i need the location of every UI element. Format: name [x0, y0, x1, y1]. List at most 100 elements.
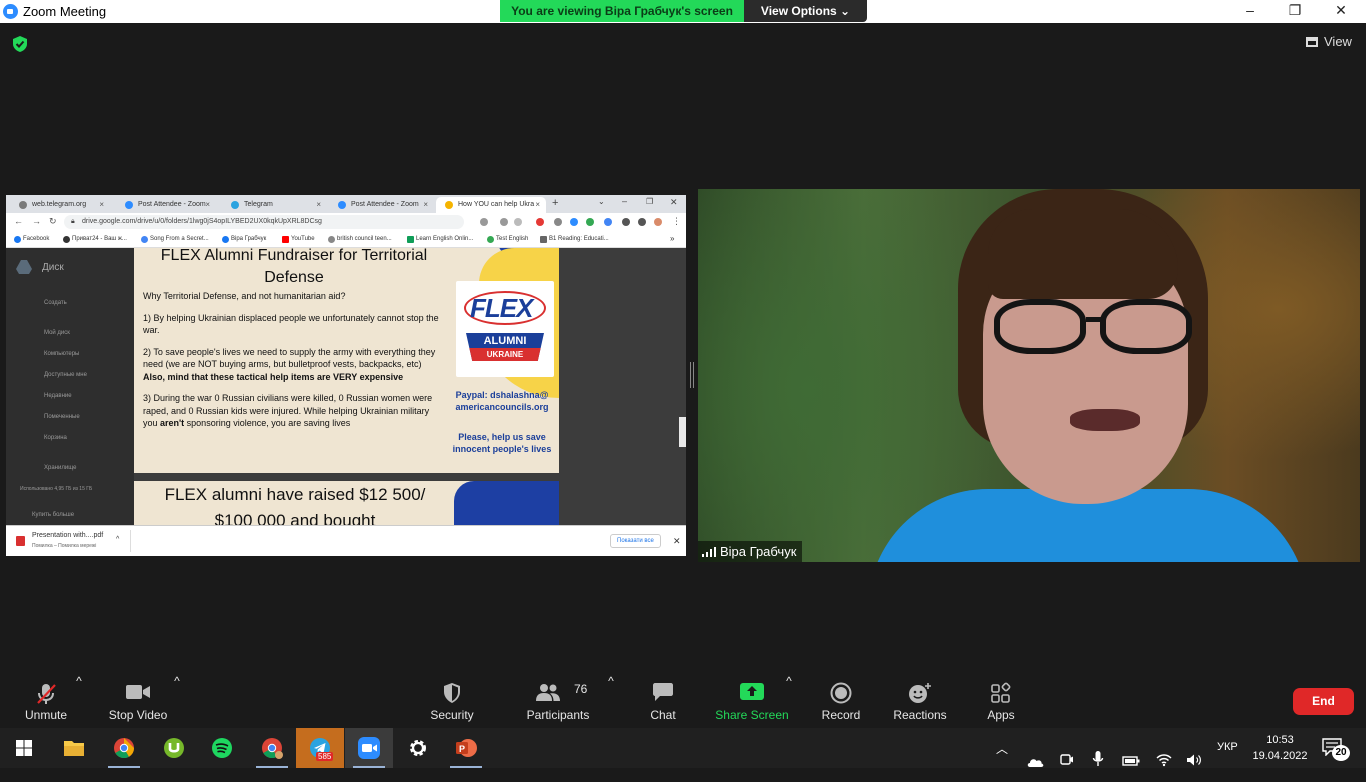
extension-icon[interactable] — [554, 218, 562, 226]
forward-arrow-icon[interactable]: → — [32, 216, 41, 226]
bookmark-item[interactable]: YouTube — [282, 236, 315, 243]
bookmark-item[interactable]: british council teen... — [328, 236, 392, 243]
close-button[interactable]: ✕ — [1318, 0, 1364, 23]
reactions-button[interactable]: Reactions — [888, 674, 952, 728]
view-layout-button[interactable]: View — [1306, 34, 1352, 49]
chat-button[interactable]: Chat — [638, 674, 688, 728]
viewer-scrollbar[interactable] — [679, 417, 686, 447]
tray-overflow-chevron-icon[interactable]: ︿ — [996, 740, 1008, 780]
taskbar-settings[interactable] — [394, 728, 442, 768]
start-button[interactable] — [0, 728, 48, 768]
browser-close-icon[interactable]: ✕ — [670, 197, 678, 208]
download-options-chevron-icon[interactable]: ^ — [116, 536, 119, 543]
stop-video-button[interactable]: Stop Video — [102, 674, 174, 728]
drive-nav-item[interactable]: Хранилище — [44, 465, 76, 471]
download-file-name[interactable]: Presentation with....pdf — [32, 532, 103, 539]
bookmarks-overflow-icon[interactable]: » — [670, 234, 674, 243]
participant-video[interactable] — [698, 189, 1360, 562]
taskbar-powerpoint[interactable]: P — [442, 728, 490, 768]
extensions-puzzle-icon[interactable] — [622, 218, 630, 226]
share-icon[interactable] — [480, 218, 488, 226]
browser-tab[interactable]: web.telegram.org × — [10, 197, 110, 213]
install-icon[interactable] — [500, 218, 508, 226]
drive-nav-item[interactable]: Доступные мне — [44, 372, 87, 378]
encryption-shield-icon[interactable] — [11, 35, 29, 53]
drive-nav-item[interactable]: Помеченные — [44, 414, 80, 420]
reload-icon[interactable]: ↻ — [49, 216, 57, 227]
profile-avatar-icon[interactable] — [654, 218, 662, 226]
share-options-caret-icon[interactable]: ^ — [784, 674, 794, 728]
audio-options-caret-icon[interactable]: ^ — [74, 674, 84, 728]
view-options-button[interactable]: View Options ⌄ — [744, 0, 867, 22]
bookmark-item[interactable]: Приват24 - Ваш ж... — [63, 236, 127, 243]
back-arrow-icon[interactable]: ← — [14, 216, 23, 226]
wifi-icon[interactable] — [1156, 740, 1172, 780]
video-options-caret-icon[interactable]: ^ — [172, 674, 182, 728]
layout-splitter-handle[interactable] — [690, 362, 694, 388]
battery-icon[interactable] — [1122, 741, 1140, 781]
bookmark-item[interactable]: Song From a Secret... — [141, 236, 209, 243]
drive-nav-item[interactable]: Корзина — [44, 435, 67, 441]
keyboard-language-indicator[interactable]: УКР — [1217, 741, 1238, 753]
drive-nav-item[interactable]: Мой диск — [44, 330, 70, 336]
drive-nav-item[interactable]: Компьютеры — [44, 351, 79, 357]
drive-create-button[interactable]: Создать — [44, 300, 67, 306]
browser-tab[interactable]: Post Attendee - Zoom × — [329, 197, 434, 213]
end-meeting-button[interactable]: End — [1293, 688, 1354, 715]
reading-list-icon[interactable] — [638, 218, 646, 226]
zoom-extension-icon[interactable] — [570, 218, 578, 226]
bookmark-star-icon[interactable] — [514, 218, 522, 226]
bookmark-item[interactable]: Test English — [487, 236, 528, 243]
taskbar-utorrent[interactable] — [150, 728, 198, 768]
browser-minimize-icon[interactable]: – — [622, 196, 627, 206]
slide-point-2: 2) To save people's lives we need to sup… — [143, 346, 443, 384]
taskbar-chrome[interactable] — [100, 728, 148, 768]
new-tab-button[interactable]: + — [552, 197, 558, 209]
grammarly-extension-icon[interactable] — [586, 218, 594, 226]
apps-button[interactable]: Apps — [975, 674, 1027, 728]
browser-menu-icon[interactable]: ⋮ — [672, 216, 681, 227]
browser-tab[interactable]: Post Attendee - Zoom × — [116, 197, 216, 213]
tab-close-icon[interactable]: × — [535, 197, 540, 213]
google-icon — [328, 236, 335, 243]
volume-icon[interactable] — [1186, 740, 1202, 780]
tab-close-icon[interactable]: × — [316, 197, 321, 213]
participants-options-caret-icon[interactable]: ^ — [606, 674, 616, 728]
security-button[interactable]: Security — [418, 674, 486, 728]
taskbar-telegram[interactable]: 585 — [296, 728, 344, 768]
drive-nav-item[interactable]: Недавние — [44, 393, 72, 399]
tab-search-icon[interactable]: ⌄ — [598, 197, 605, 206]
taskbar-spotify[interactable] — [198, 728, 246, 768]
browser-tab-active[interactable]: How YOU can help Ukra × — [436, 197, 546, 213]
url-input[interactable]: 🔒︎ drive.google.com/drive/u/0/folders/1l… — [64, 215, 464, 229]
tab-close-icon[interactable]: × — [99, 197, 104, 213]
tab-close-icon[interactable]: × — [423, 197, 428, 213]
participants-button[interactable]: 76 Participants — [518, 674, 598, 728]
share-screen-button[interactable]: Share Screen — [712, 674, 792, 728]
bookmark-item[interactable]: Learn English Onlin... — [407, 236, 473, 243]
system-clock[interactable]: 10:53 19.04.2022 — [1250, 732, 1310, 764]
downloads-close-icon[interactable]: ✕ — [673, 536, 681, 547]
shared-screen[interactable]: web.telegram.org × Post Attendee - Zoom × … — [6, 195, 686, 556]
maximize-button[interactable]: ❐ — [1272, 0, 1318, 23]
bookmark-item[interactable]: Facebook — [14, 236, 49, 243]
action-center-button[interactable]: 20 — [1322, 738, 1352, 761]
extension-icon[interactable] — [536, 218, 544, 226]
taskbar-chrome-profile[interactable] — [248, 728, 296, 768]
record-button[interactable]: Record — [812, 674, 870, 728]
bookmark-item[interactable]: Віра Грабчук — [222, 236, 266, 243]
taskbar-file-explorer[interactable] — [50, 728, 98, 768]
show-all-downloads-button[interactable]: Показати все — [610, 534, 661, 548]
extension-icon[interactable] — [604, 218, 612, 226]
unmute-button[interactable]: Unmute — [10, 674, 82, 728]
taskbar-zoom[interactable] — [345, 728, 393, 768]
browser-maximize-icon[interactable]: ❐ — [646, 197, 653, 206]
tab-close-icon[interactable]: × — [205, 197, 210, 213]
meet-now-camera-icon[interactable] — [1060, 740, 1074, 780]
onedrive-cloud-icon[interactable] — [1026, 742, 1044, 782]
browser-tab[interactable]: Telegram × — [222, 197, 327, 213]
minimize-button[interactable]: – — [1227, 0, 1273, 23]
bookmark-item[interactable]: B1 Reading: Educati... — [540, 236, 609, 243]
microphone-tray-icon[interactable] — [1092, 739, 1104, 779]
drive-buy-storage-button[interactable]: Купить больше — [32, 512, 74, 518]
